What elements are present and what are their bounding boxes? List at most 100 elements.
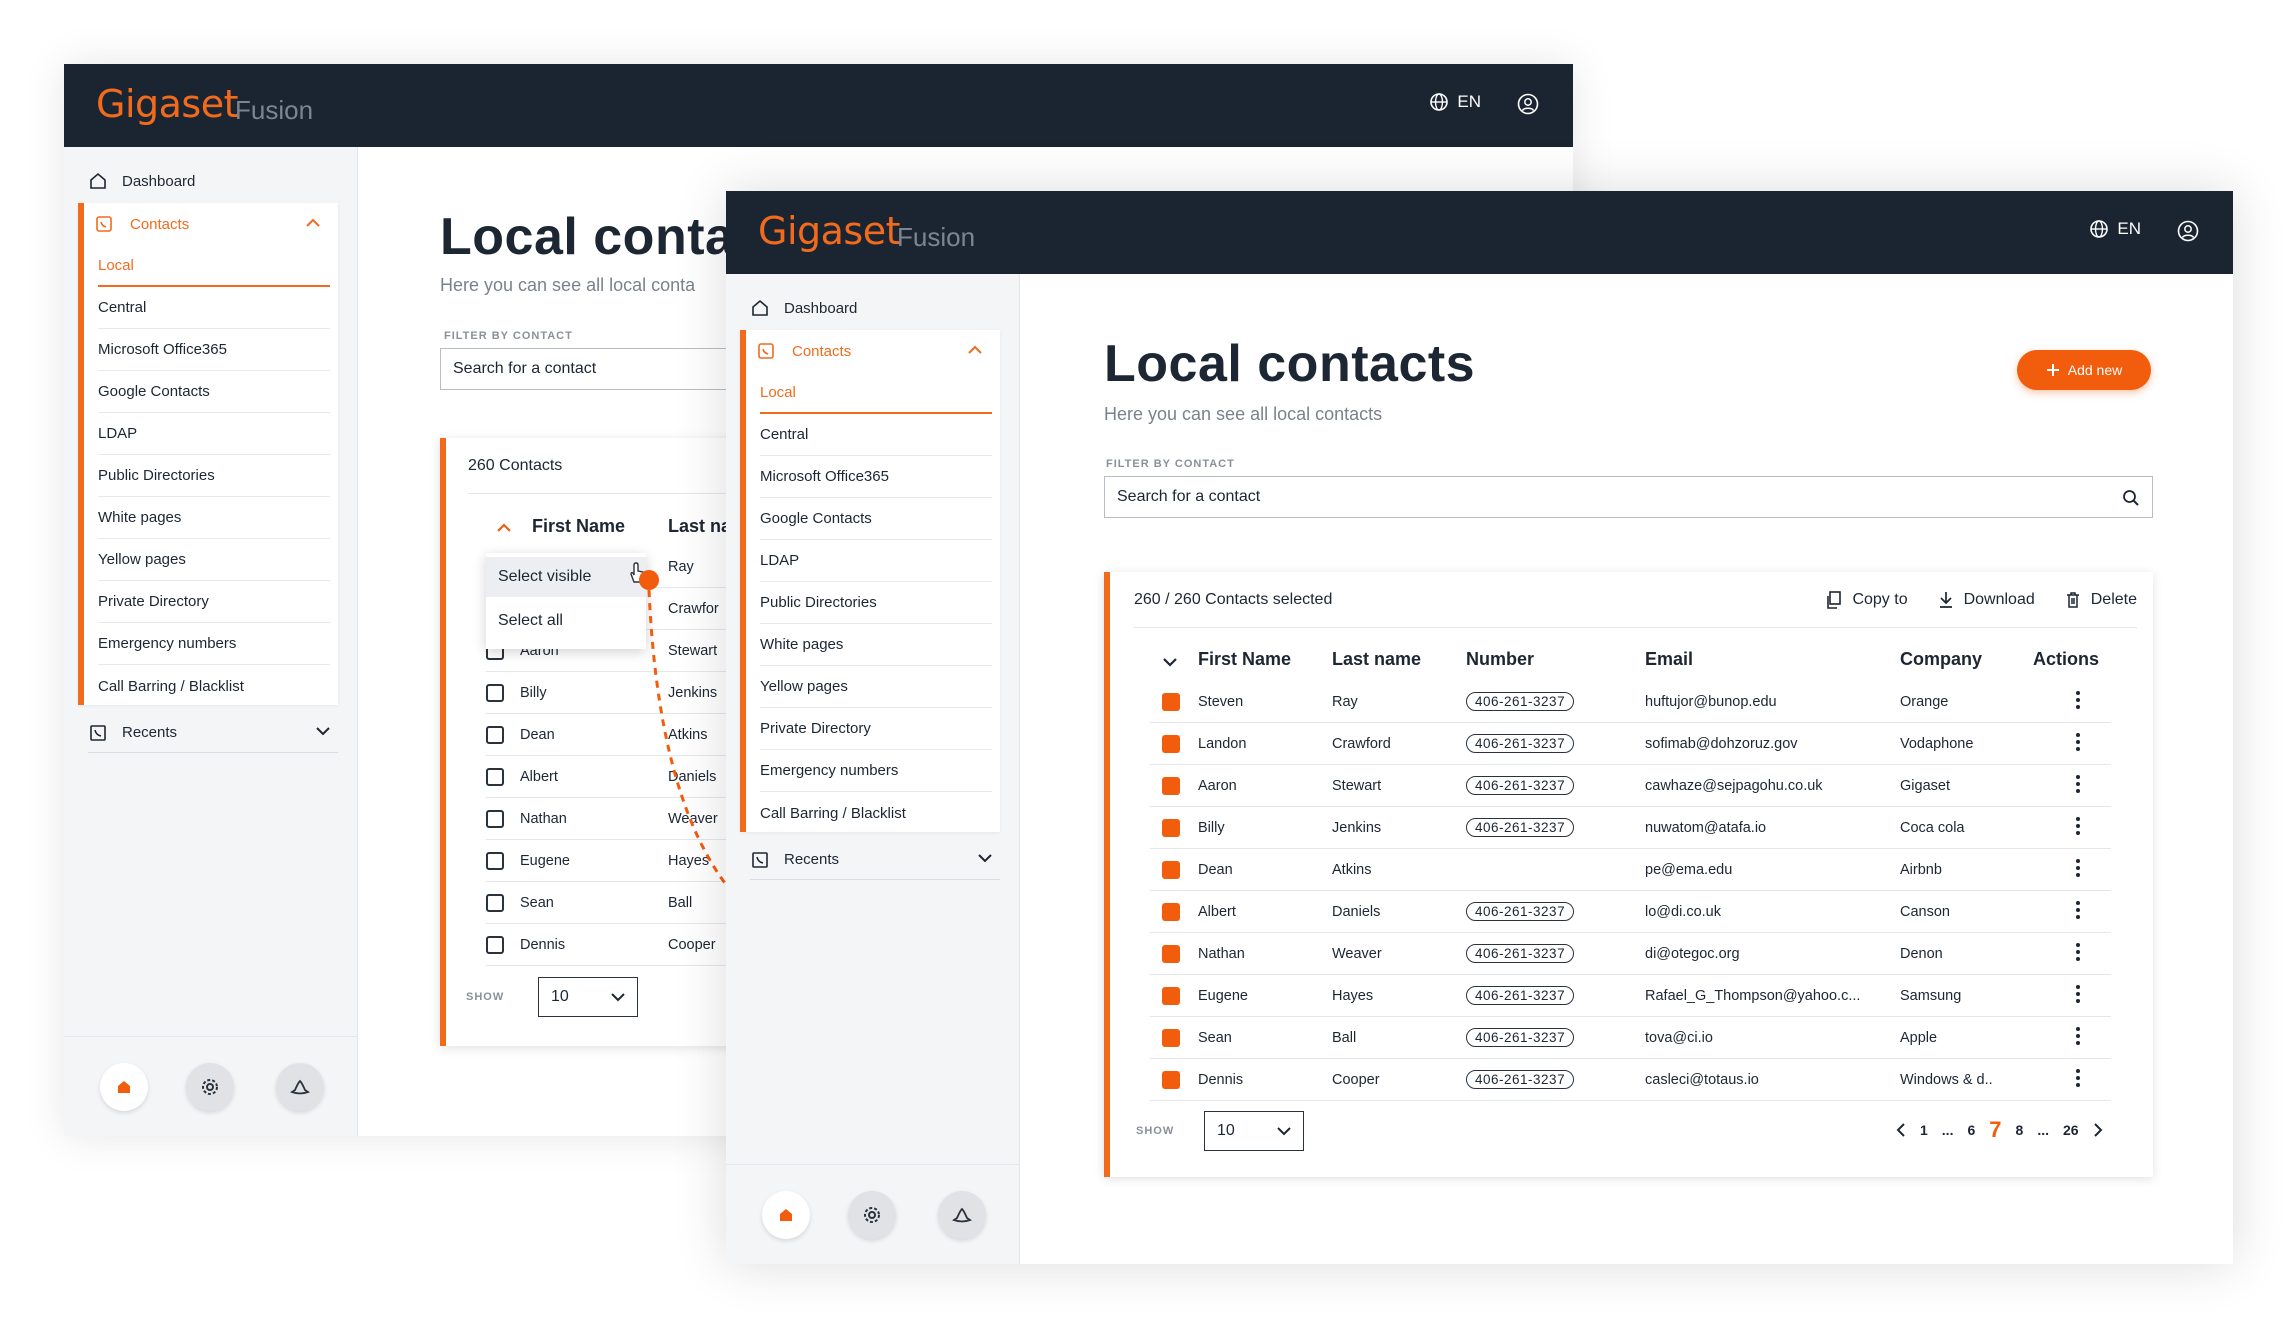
row-actions-menu[interactable] [2076,985,2080,1003]
sidebar-item-private-directory[interactable]: Private Directory [760,708,992,750]
row-checkbox[interactable] [1162,903,1180,921]
row-actions-menu[interactable] [2076,943,2080,961]
row-actions-menu[interactable] [2076,901,2080,919]
sidebar-item-dashboard[interactable]: Dashboard [750,288,1000,328]
current-page[interactable]: 7 [1989,1117,2001,1143]
sidebar-item-yellow-pages[interactable]: Yellow pages [760,666,992,708]
add-new-button[interactable]: Add new [2017,350,2151,390]
row-checkbox[interactable] [1162,861,1180,879]
download-icon [1939,592,1952,608]
pagination: 1 ... 6 7 8 ... 26 [1896,1117,2103,1143]
row-actions-menu[interactable] [2076,817,2080,835]
sidebar-item-google-contacts[interactable]: Google Contacts [760,498,992,540]
home-button[interactable] [762,1191,810,1239]
row-actions-menu[interactable] [2076,1069,2080,1087]
sidebar-item-office365[interactable]: Microsoft Office365 [760,456,992,498]
contacts-menu: Contacts Local Central Microsoft Office3… [740,330,1000,832]
chevron-right-icon[interactable] [2093,1123,2103,1137]
phone-number: 406-261-3237 [1466,902,1575,921]
table-row[interactable]: Sean Ball 406-261-3237 tova@ci.io Apple [1150,1017,2111,1059]
row-actions-menu[interactable] [2076,1027,2080,1045]
column-header-first-name[interactable]: First Name [1198,649,1291,670]
contacts-card: 260 / 260 Contacts selected Copy to Down… [1104,572,2153,1177]
page-1[interactable]: 1 [1920,1122,1928,1138]
settings-button[interactable] [848,1191,896,1239]
row-checkbox[interactable] [1162,945,1180,963]
language-label: EN [2117,219,2141,238]
table-row[interactable]: Dennis Cooper 406-261-3237 casleci@totau… [1150,1059,2111,1101]
row-checkbox[interactable] [1162,819,1180,837]
column-header-email[interactable]: Email [1645,649,1693,670]
phone-number: 406-261-3237 [1466,1070,1575,1089]
page-last[interactable]: 26 [2063,1122,2079,1138]
table-row[interactable]: Landon Crawford 406-261-3237 sofimab@doh… [1150,723,2111,765]
recents-icon [752,851,768,868]
table-row[interactable]: Aaron Stewart 406-261-3237 cawhaze@sejpa… [1150,765,2111,807]
column-header-last-name[interactable]: Last name [1332,649,1421,670]
chevron-left-icon[interactable] [1896,1123,1906,1137]
download-button[interactable]: Download [1938,591,2035,609]
page-title: Local contacts [1104,335,1476,393]
brand-logo: Gigaset [758,209,901,253]
filter-label: FILTER BY CONTACT [1106,458,1235,470]
search-placeholder: Search for a contact [1117,488,1261,505]
front-app-window: Gigaset Fusion EN Dashboard Contacts Loc… [726,191,2233,1264]
language-switcher[interactable]: EN [2089,219,2141,239]
chevron-up-icon[interactable] [968,345,982,355]
sidebar-item-recents[interactable]: Recents [750,840,1000,880]
phone-number: 406-261-3237 [1466,944,1575,963]
column-header-actions: Actions [2033,649,2100,669]
globe-icon [2090,220,2109,238]
delete-button[interactable]: Delete [2065,591,2137,609]
search-icon[interactable] [2122,489,2140,507]
row-checkbox[interactable] [1162,777,1180,795]
sidebar-item-public-directories[interactable]: Public Directories [760,582,992,624]
copy-to-button[interactable]: Copy to [1826,591,1908,609]
row-checkbox[interactable] [1162,1029,1180,1047]
column-header-number[interactable]: Number [1466,649,1534,670]
show-label: SHOW [1136,1125,1175,1137]
row-checkbox[interactable] [1162,735,1180,753]
row-checkbox[interactable] [1162,1071,1180,1089]
product-name: Fusion [897,222,976,252]
page-size-select[interactable]: 10 [1204,1111,1304,1151]
row-actions-menu[interactable] [2076,733,2080,751]
column-header-company[interactable]: Company [1900,649,1982,670]
row-actions-menu[interactable] [2076,691,2080,709]
search-input[interactable]: Search for a contact [1104,476,2153,518]
page-subtitle: Here you can see all local contacts [1104,404,1383,424]
row-actions-menu[interactable] [2076,859,2080,877]
sidebar-item-emergency-numbers[interactable]: Emergency numbers [760,750,992,792]
row-checkbox[interactable] [1162,987,1180,1005]
user-account-icon[interactable] [2177,220,2199,242]
sidebar-item-white-pages[interactable]: White pages [760,624,992,666]
table-row[interactable]: Nathan Weaver 406-261-3237 di@otegoc.org… [1150,933,2111,975]
hat-icon [952,1207,972,1223]
chevron-down-icon[interactable] [978,853,992,863]
table-row[interactable]: Eugene Hayes 406-261-3237 Rafael_G_Thomp… [1150,975,2111,1017]
sidebar-item-central[interactable]: Central [760,414,992,456]
sidebar-item-contacts[interactable]: Contacts [746,330,1000,372]
plus-icon [2046,364,2059,376]
sidebar-item-call-barring[interactable]: Call Barring / Blacklist [760,792,992,834]
phone-number: 406-261-3237 [1466,986,1575,1005]
row-checkbox[interactable] [1162,693,1180,711]
gear-icon [864,1207,880,1223]
page-8[interactable]: 8 [2016,1122,2024,1138]
chevron-down-icon [1277,1127,1291,1136]
sidebar-item-ldap[interactable]: LDAP [760,540,992,582]
phone-number: 406-261-3237 [1466,734,1575,753]
card-header: 260 / 260 Contacts selected Copy to Down… [1134,572,2137,628]
page-6[interactable]: 6 [1967,1122,1975,1138]
table-row[interactable]: Albert Daniels 406-261-3237 lo@di.co.uk … [1150,891,2111,933]
row-actions-menu[interactable] [2076,775,2080,793]
table-row[interactable]: Billy Jenkins 406-261-3237 nuwatom@atafa… [1150,807,2111,849]
selected-count: 260 / 260 Contacts selected [1134,590,1333,608]
table-row[interactable]: Steven Ray 406-261-3237 huftujor@bunop.e… [1150,681,2111,723]
phone-number: 406-261-3237 [1466,692,1575,711]
support-button[interactable] [938,1191,986,1239]
top-bar: Gigaset Fusion EN [726,191,2233,274]
sidebar-item-local[interactable]: Local [760,372,992,414]
table-row[interactable]: Dean Atkins pe@ema.edu Airbnb [1150,849,2111,891]
chevron-down-icon[interactable] [1162,657,1178,668]
